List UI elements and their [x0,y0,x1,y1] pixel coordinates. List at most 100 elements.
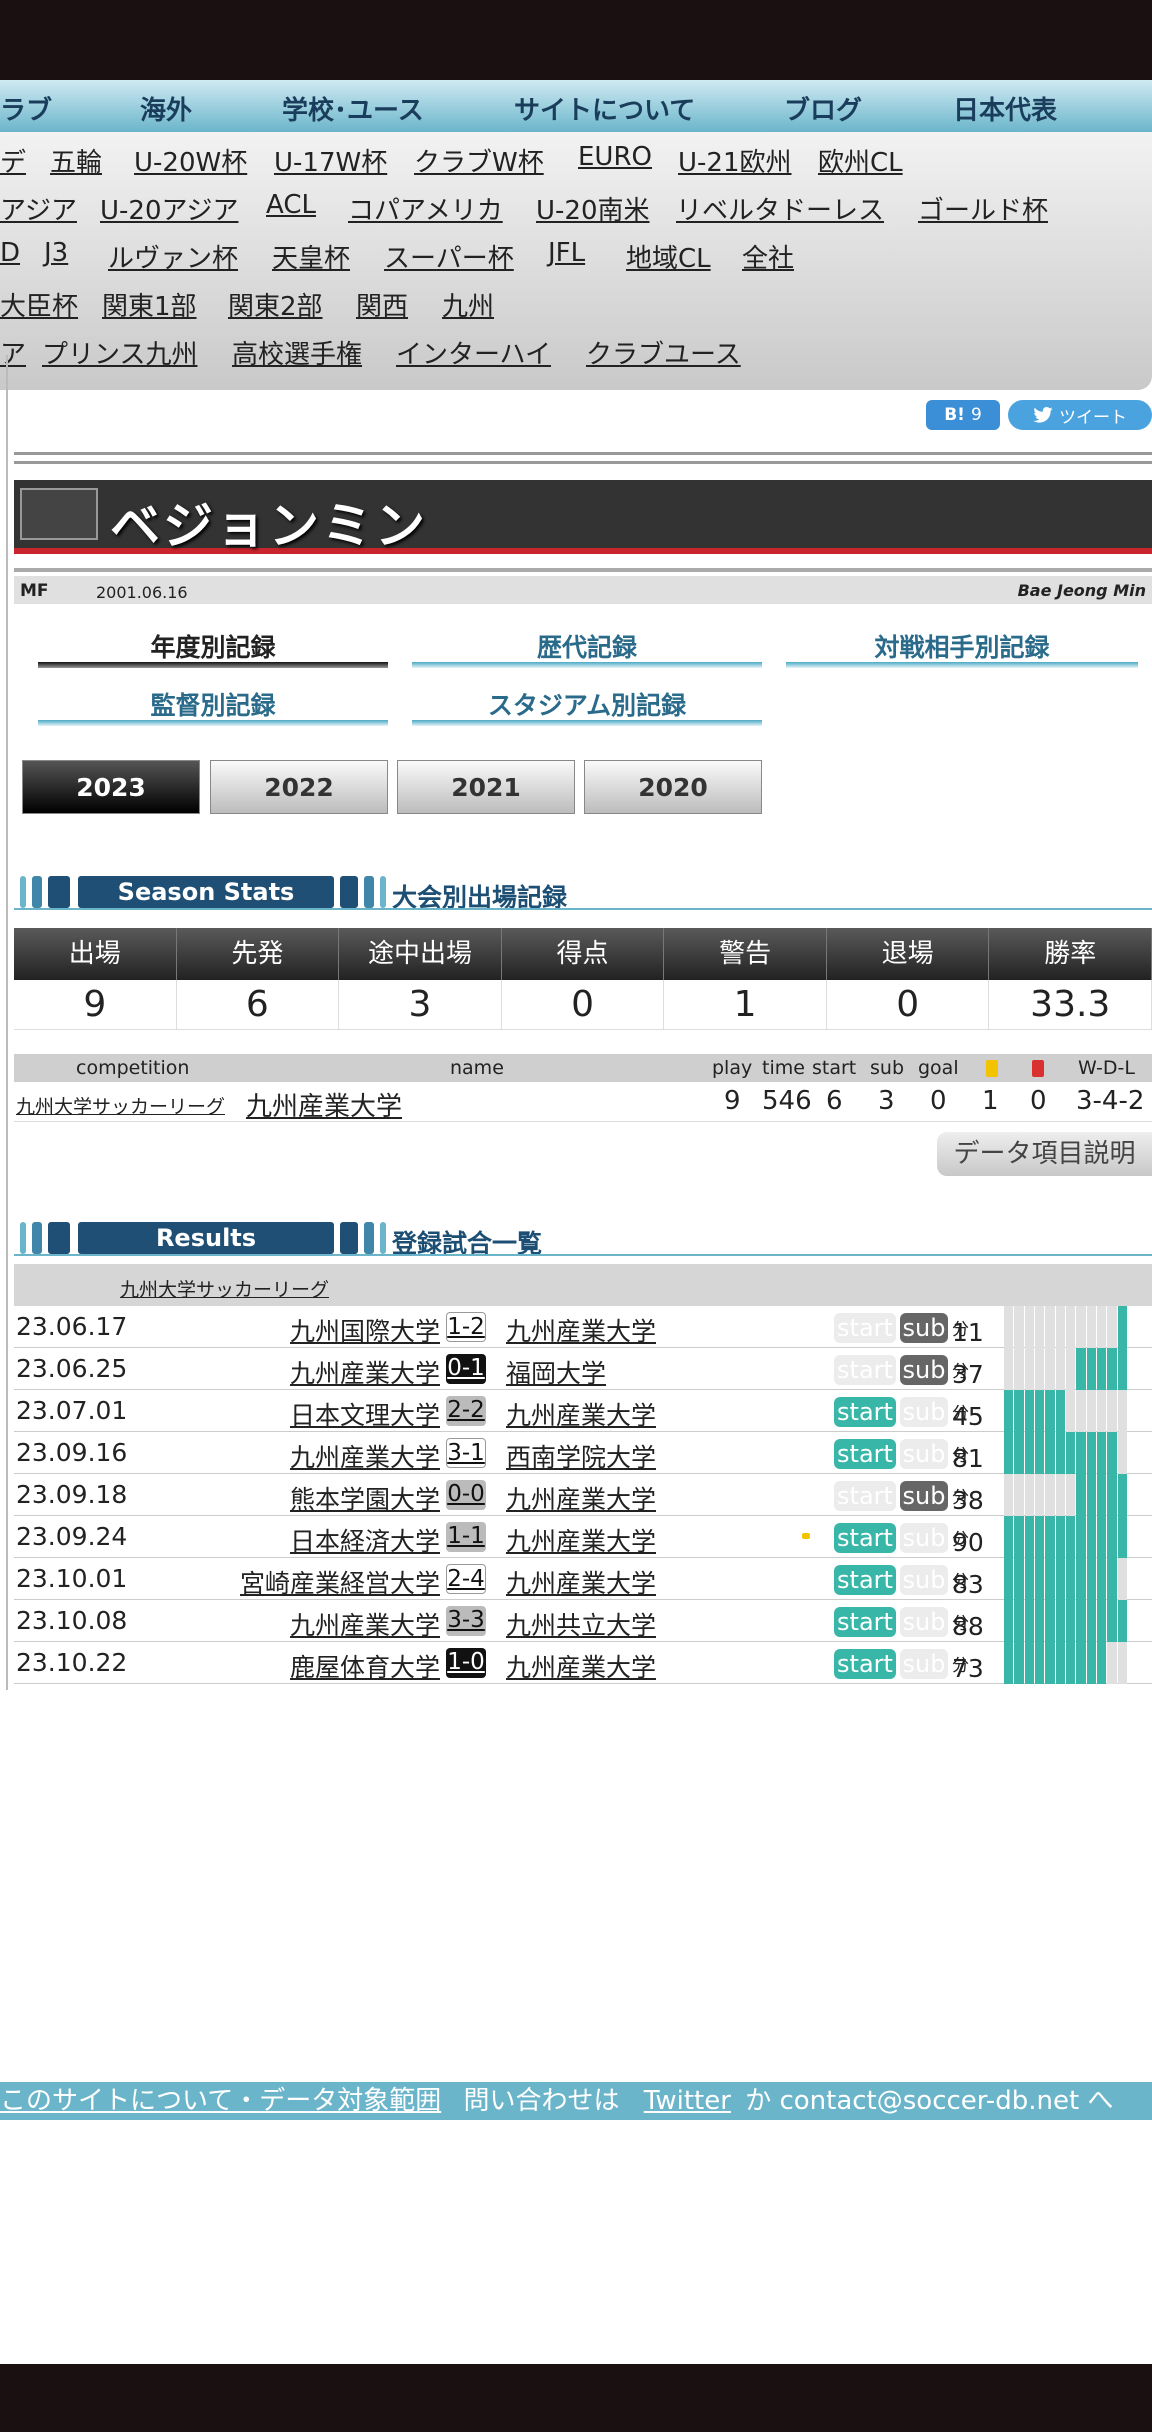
away-team-link[interactable]: 九州産業大学 [506,1312,656,1348]
match-score[interactable]: 3-1 [446,1438,486,1468]
data-explanation-button[interactable]: データ項目説明 [937,1132,1152,1176]
match-score[interactable]: 3-3 [446,1606,486,1636]
match-score[interactable]: 1-2 [446,1312,486,1342]
away-team-link[interactable]: 九州産業大学 [506,1396,656,1432]
tweet-button[interactable]: ツイート [1008,400,1152,430]
home-team-link[interactable]: 九州産業大学 [290,1438,440,1474]
match-score[interactable]: 1-0 [446,1648,486,1678]
away-team-link[interactable]: 福岡大学 [506,1354,606,1390]
match-date: 23.10.22 [16,1648,128,1677]
match-score[interactable]: 0-0 [446,1480,486,1510]
away-team-link[interactable]: 九州産業大学 [506,1648,656,1684]
sub-nav-link[interactable]: 大臣杯 [0,286,78,323]
home-team-link[interactable]: 熊本学園大学 [290,1480,440,1516]
year-button-2023[interactable]: 2023 [22,760,200,814]
sub-nav-link[interactable]: J3 [44,238,68,268]
nav-item-club[interactable]: ラブ [0,90,52,127]
sub-nav-link[interactable]: 九州 [442,286,494,323]
sub-nav-link[interactable]: 天皇杯 [272,238,350,275]
timeline-segment [1045,1390,1055,1432]
match-row: 23.06.17 九州国際大学 1-2 九州産業大学 start sub 11 分 [14,1306,1152,1348]
col-sub: sub [870,1057,905,1079]
away-team-link[interactable]: 九州産業大学 [506,1564,656,1600]
home-team-link[interactable]: 鹿屋体育大学 [290,1648,440,1684]
tab-opponent-record[interactable]: 対戦相手別記録 [786,628,1138,668]
sub-nav-link[interactable]: U-20アジア [100,190,238,227]
tab-all-time-record[interactable]: 歴代記録 [412,628,762,668]
season-stats-header: Season Stats 大会別出場記録 [14,874,1152,912]
home-team-link[interactable]: 日本文理大学 [290,1396,440,1432]
sub-nav-link[interactable]: プリンス九州 [42,334,197,371]
minutes-played: 38 分 [952,1480,984,1515]
away-team-link[interactable]: 西南学院大学 [506,1438,656,1474]
sub-nav-link[interactable]: ACL [266,190,316,220]
sub-nav-link[interactable]: リベルタドーレス [676,190,884,227]
sub-nav-link[interactable]: 五輪 [50,142,102,179]
timeline-segment [1065,1558,1076,1600]
timeline-segment [1076,1516,1086,1558]
nav-item-japan[interactable]: 日本代表 [953,90,1057,127]
sub-nav-link[interactable]: U-21欧州 [678,142,792,179]
sub-nav-link[interactable]: 地域CL [626,238,711,275]
hatena-bookmark-button[interactable]: B! 9 [926,400,1000,430]
timeline-segment [1045,1432,1055,1474]
sub-nav-link[interactable]: コパアメリカ [348,190,503,227]
home-team-link[interactable]: 九州産業大学 [290,1606,440,1642]
match-row: 23.09.18 熊本学園大学 0-0 九州産業大学 start sub 38 分 [14,1474,1152,1516]
sub-nav-link[interactable]: EURO [578,142,652,172]
sub-nav-link[interactable]: U-17W杯 [274,142,387,179]
tab-manager-record[interactable]: 監督別記録 [38,686,388,726]
tab-yearly-record[interactable]: 年度別記録 [38,628,388,668]
sub-nav-link[interactable]: 関西 [356,286,408,323]
play-timeline [1004,1558,1128,1600]
year-button-2020[interactable]: 2020 [584,760,762,814]
sub-nav-link[interactable]: クラブユース [586,334,741,371]
nav-item-overseas[interactable]: 海外 [140,90,192,127]
sub-nav-link[interactable]: アジア [0,190,77,227]
match-score[interactable]: 1-1 [446,1522,486,1552]
match-score[interactable]: 0-1 [446,1354,486,1384]
nav-item-school-youth[interactable]: 学校･ユース [282,90,424,127]
sub-nav-link[interactable]: U-20南米 [536,190,650,227]
away-team-link[interactable]: 九州共立大学 [506,1606,656,1642]
footer-twitter-link[interactable]: Twitter [644,2086,731,2116]
sub-nav-link[interactable]: 全社 [742,238,794,275]
nav-item-about[interactable]: サイトについて [514,90,695,127]
sub-nav-link[interactable]: ア [0,334,26,371]
player-birthdate: 2001.06.16 [96,583,188,602]
stats-value-cell: 0 [501,980,665,1030]
away-team-link[interactable]: 九州産業大学 [506,1522,656,1558]
sub-nav-link[interactable]: ゴールド杯 [918,190,1048,227]
year-button-2021[interactable]: 2021 [397,760,575,814]
footer-about-link[interactable]: このサイトについて・データ対象範囲 [0,2086,441,2116]
home-team-link[interactable]: 宮崎産業経営大学 [240,1564,440,1600]
stats-header-cell: 警告 [664,928,827,980]
home-team-link[interactable]: 九州国際大学 [290,1312,440,1348]
sub-nav-link[interactable]: デ [0,142,26,179]
sub-nav-link[interactable]: 関東2部 [228,286,323,323]
nav-item-blog[interactable]: ブログ [784,90,862,127]
sub-nav-link[interactable]: インターハイ [396,334,551,371]
tab-stadium-record[interactable]: スタジアム別記録 [412,686,762,726]
sub-nav-link[interactable]: 欧州CL [818,142,903,179]
sub-nav-link[interactable]: D [0,238,20,268]
sub-nav-link[interactable]: JFL [548,238,585,268]
navigation-bar [0,2364,1152,2432]
sub-nav-link[interactable]: 高校選手権 [232,334,362,371]
sub-nav-link[interactable]: スーパー杯 [384,238,514,275]
match-score[interactable]: 2-4 [446,1564,486,1594]
sub-nav-link[interactable]: クラブW杯 [414,142,544,179]
team-link[interactable]: 九州産業大学 [246,1086,402,1123]
match-row: 23.06.25 九州産業大学 0-1 福岡大学 start sub 37 分 [14,1348,1152,1390]
sub-nav-link[interactable]: 関東1部 [102,286,197,323]
sub-nav-link[interactable]: U-20W杯 [134,142,247,179]
year-button-2022[interactable]: 2022 [210,760,388,814]
sub-nav-link[interactable]: ルヴァン杯 [108,238,238,275]
home-team-link[interactable]: 日本経済大学 [290,1522,440,1558]
match-score[interactable]: 2-2 [446,1396,486,1426]
group-link[interactable]: 九州大学サッカーリーグ [120,1275,329,1302]
away-team-link[interactable]: 九州産業大学 [506,1480,656,1516]
competition-link[interactable]: 九州大学サッカーリーグ [16,1092,225,1119]
home-team-link[interactable]: 九州産業大学 [290,1354,440,1390]
header-stripe [20,1222,26,1254]
